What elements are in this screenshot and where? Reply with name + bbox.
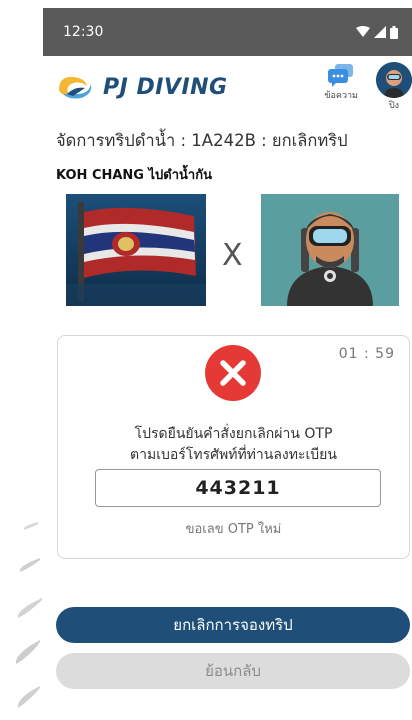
- chat-icon: [328, 64, 354, 87]
- profile-label: ปิง: [388, 101, 400, 111]
- status-time: 12:30: [63, 24, 104, 40]
- otp-input[interactable]: [95, 469, 381, 507]
- profile-button[interactable]: ปิง: [376, 62, 412, 112]
- diver-avatar-icon: [376, 62, 412, 98]
- diver-illustration: [261, 194, 399, 306]
- battery-icon: [390, 25, 398, 39]
- messages-label: ข้อความ: [324, 91, 358, 101]
- back-button[interactable]: ย้อนกลับ: [56, 653, 410, 689]
- otp-message: โปรดยืนยันคำสั่งยกเลิกผ่าน OTP ตามเบอร์โ…: [58, 424, 409, 466]
- wave-logo-icon: [59, 76, 92, 99]
- cancel-booking-button[interactable]: ยกเลิกการจองทริป: [56, 607, 410, 643]
- app-header: PJ DIVING ข้อความ ปิง: [43, 56, 412, 118]
- breadcrumb: จัดการทริปดำน้ำ : 1A242B : ยกเลิกทริป: [56, 131, 348, 150]
- screen: 12:30 PJ DIVING ข้อความ ปิง จัดการทริปดำ…: [0, 0, 412, 720]
- error-icon: [205, 345, 261, 401]
- brand-logo[interactable]: PJ DIVING: [55, 72, 228, 102]
- messages-button[interactable]: ข้อความ: [324, 62, 358, 102]
- status-bar: 12:30: [43, 8, 412, 56]
- trip-name: KOH CHANG ไปดำน้ำกัน: [56, 168, 212, 183]
- otp-message-line1: โปรดยืนยันคำสั่งยกเลิกผ่าน OTP: [134, 426, 333, 442]
- diver-icon: [261, 194, 399, 306]
- trip-photo: [66, 194, 206, 306]
- brand-name: PJ DIVING: [103, 74, 228, 100]
- otp-message-line2: ตามเบอร์โทรศัพท์ที่ท่านลงทะเบียน: [130, 447, 337, 463]
- signal-icon: [374, 26, 386, 38]
- status-icons: [356, 25, 398, 39]
- versus-mark: X: [222, 238, 243, 273]
- feather-decoration: [15, 522, 42, 708]
- avatar: [376, 62, 412, 98]
- otp-card: 01 : 59 โปรดยืนยันคำสั่งยกเลิกผ่าน OTP ต…: [57, 335, 410, 559]
- resend-otp-link[interactable]: ขอเลข OTP ใหม่: [58, 518, 409, 539]
- wifi-icon: [356, 26, 370, 37]
- underwater-flag-image: [66, 194, 206, 306]
- otp-timer: 01 : 59: [338, 346, 395, 362]
